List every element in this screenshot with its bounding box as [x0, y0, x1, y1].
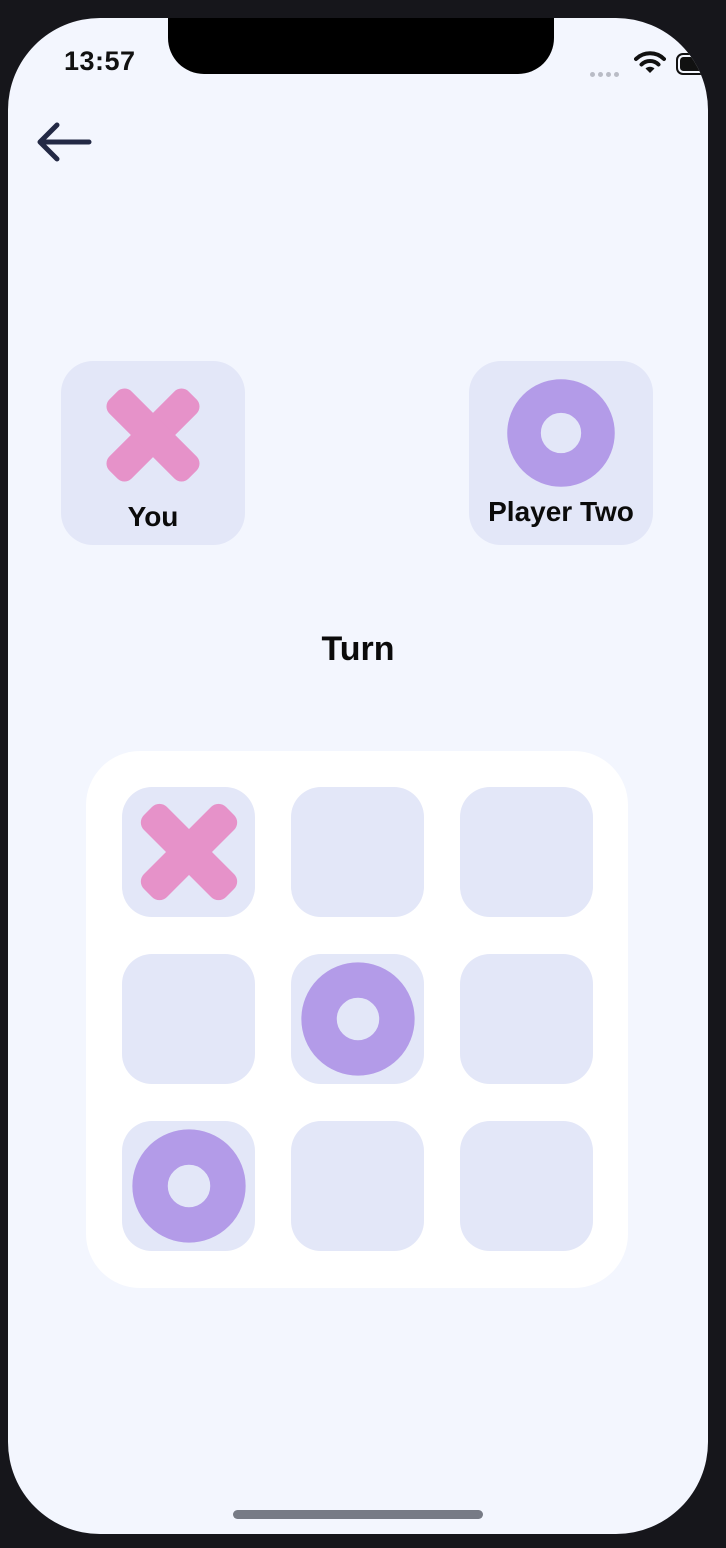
board-cell-6[interactable] [460, 954, 593, 1084]
home-indicator[interactable] [233, 1510, 483, 1519]
board-cell-1[interactable] [122, 787, 255, 917]
board-cell-5[interactable] [291, 954, 424, 1084]
player-name-two: Player Two [488, 496, 634, 527]
board-cell-4[interactable] [122, 954, 255, 1084]
arrow-left-icon [37, 122, 92, 162]
signal-icon [590, 64, 622, 82]
game-board [86, 751, 628, 1288]
phone-frame: 13:57 You Player Two Turn [0, 0, 726, 1548]
board-cell-3[interactable] [460, 787, 593, 917]
back-button[interactable] [34, 118, 94, 166]
wifi-icon [634, 51, 666, 73]
o-icon [131, 1129, 246, 1243]
board-cell-9[interactable] [460, 1121, 593, 1251]
app-screen: 13:57 You Player Two Turn [8, 18, 708, 1534]
board-cell-8[interactable] [291, 1121, 424, 1251]
turn-label: Turn [321, 630, 395, 668]
player-card-two: Player Two [469, 361, 653, 545]
battery-icon [676, 53, 708, 75]
status-time: 13:57 [64, 46, 136, 76]
x-icon [106, 388, 200, 482]
device-notch [168, 18, 554, 74]
o-icon [507, 379, 615, 487]
board-cell-2[interactable] [291, 787, 424, 917]
player-name-you: You [127, 501, 179, 532]
player-card-you: You [61, 361, 245, 545]
o-icon [300, 962, 415, 1076]
board-cell-7[interactable] [122, 1121, 255, 1251]
x-icon [140, 803, 237, 901]
